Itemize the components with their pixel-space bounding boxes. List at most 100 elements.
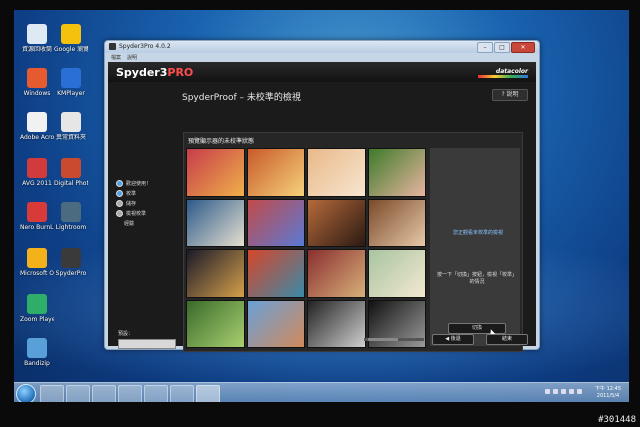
spyder-logo: Spyder3PRO bbox=[116, 66, 193, 79]
tray-icon[interactable] bbox=[545, 389, 550, 394]
tray-icon[interactable] bbox=[553, 389, 558, 394]
switch-button[interactable]: 切換 bbox=[448, 323, 506, 334]
start-button[interactable] bbox=[16, 384, 36, 402]
taskbar-chrome[interactable] bbox=[66, 385, 90, 402]
app-icon bbox=[61, 202, 81, 222]
app-icon bbox=[61, 24, 81, 44]
nav-item-save[interactable]: 儲存 bbox=[116, 198, 176, 208]
preview-panel: 預覽顯示器的未校準狀態 您正觀看未校準的檢視 按一下「切換」按鈕，檢視「校準」的… bbox=[183, 132, 523, 352]
app-icon bbox=[27, 68, 47, 88]
desktop-icon[interactable]: AVG 2011 bbox=[20, 158, 54, 187]
desktop-icon[interactable]: Adobe Acrobat bbox=[20, 112, 54, 141]
window-title: Spyder3Pro 4.0.2 bbox=[119, 43, 171, 50]
desktop-icon[interactable]: Digital Photo Pro bbox=[54, 158, 88, 187]
taskbar-ie[interactable] bbox=[40, 385, 64, 402]
nav-label: 歡迎使用！ bbox=[126, 180, 152, 187]
info-panel: 您正觀看未校準的檢視 按一下「切換」按鈕，檢視「校準」的情況 切換 bbox=[430, 148, 520, 346]
desktop-icon-label: 異常資料夾 bbox=[55, 134, 86, 141]
thumbnail-image bbox=[307, 249, 366, 298]
app-icon bbox=[61, 112, 81, 132]
nav-dot-icon bbox=[116, 179, 123, 187]
thumbnail-image bbox=[307, 148, 366, 197]
datacolor-logo: datacolor bbox=[495, 68, 528, 75]
nav-item-welcome[interactable]: 歡迎使用！ bbox=[116, 178, 176, 188]
desktop-icon[interactable]: Lightroom bbox=[54, 202, 88, 231]
grid-scrollbar[interactable] bbox=[364, 338, 424, 341]
desktop-icon[interactable]: Google 瀏覽器 bbox=[54, 24, 88, 53]
desktop-icon[interactable]: Windows bbox=[20, 68, 54, 97]
menu-file[interactable]: 檔案 bbox=[111, 54, 121, 61]
desktop-icon-label: Nero BurnLite 10 bbox=[20, 224, 54, 231]
desktop-icon-label: AVG 2011 bbox=[22, 180, 52, 187]
app-icon bbox=[27, 294, 47, 314]
minimize-button[interactable]: – bbox=[477, 42, 493, 53]
desktop-icon[interactable]: Bandizip bbox=[20, 338, 54, 367]
nav-dot-icon bbox=[116, 209, 123, 217]
tray-icon[interactable] bbox=[569, 389, 574, 394]
desktop-icon-label: SpyderPro bbox=[55, 270, 87, 277]
app-icon bbox=[61, 158, 81, 178]
screen: 資源回收筒Google 瀏覽器 Windows KMPlayer Adobe Acro… bbox=[14, 10, 629, 402]
thumbnail-image bbox=[186, 249, 245, 298]
app-icon bbox=[27, 248, 47, 268]
desktop-icon[interactable]: Nero BurnLite 10 bbox=[20, 202, 54, 231]
desktop-icon[interactable]: KMPlayer bbox=[54, 68, 88, 97]
uncalibrated-message: 您正觀看未校準的檢視 bbox=[452, 230, 503, 236]
clock-date: 2011/5/4 bbox=[596, 393, 620, 399]
finish-button[interactable]: 結束 bbox=[486, 334, 528, 345]
menu-bar: 檔案 說明 bbox=[107, 54, 137, 61]
app-icon bbox=[61, 68, 81, 88]
title-bar[interactable]: Spyder3Pro 4.0.2 – □ ✕ bbox=[105, 41, 539, 53]
taskbar-app[interactable] bbox=[144, 385, 168, 402]
desktop-icon[interactable]: Microsoft Office bbox=[20, 248, 54, 277]
desktop-icon-label: 資源回收筒 bbox=[21, 46, 52, 53]
nav-item-experience[interactable]: 經驗 bbox=[116, 218, 176, 228]
desktop-icon[interactable]: Zoom Player bbox=[20, 294, 54, 323]
app-icon bbox=[27, 202, 47, 222]
thumbnail-image bbox=[186, 299, 245, 348]
menu-help[interactable]: 說明 bbox=[127, 54, 137, 61]
thumbnail-image bbox=[367, 198, 426, 247]
tray-icon[interactable] bbox=[577, 389, 582, 394]
taskbar-spyder[interactable] bbox=[196, 385, 220, 402]
tray-icon[interactable] bbox=[561, 389, 566, 394]
maximize-button[interactable]: □ bbox=[494, 42, 510, 53]
thumbnail-image bbox=[246, 198, 305, 247]
clock-time: 下午 12:45 bbox=[595, 386, 621, 392]
thumbnail-image bbox=[186, 148, 245, 197]
nav-item-review[interactable]: 檢視校準 bbox=[116, 208, 176, 218]
thumbnail-image bbox=[367, 249, 426, 298]
desktop-icon-label: Bandizip bbox=[24, 360, 50, 367]
wizard-nav: 歡迎使用！ 校準 儲存 檢視校準 經驗 bbox=[116, 178, 176, 228]
thumbnail-image bbox=[246, 299, 305, 348]
taskbar-photoshop[interactable] bbox=[170, 385, 194, 402]
desktop-icon[interactable]: SpyderPro bbox=[54, 248, 88, 277]
taskbar-clock[interactable]: 下午 12:45 2011/5/4 bbox=[595, 386, 621, 400]
help-button[interactable]: ? 說明 bbox=[492, 89, 528, 101]
app-icon bbox=[61, 248, 81, 268]
taskbar-explorer[interactable] bbox=[92, 385, 116, 402]
desktop-icon[interactable]: 異常資料夾 bbox=[54, 112, 88, 141]
nav-item-calibrate[interactable]: 校準 bbox=[116, 188, 176, 198]
switch-hint: 按一下「切換」按鈕，檢視「校準」的情況 bbox=[436, 272, 517, 285]
desktop-icon[interactable]: 資源回收筒 bbox=[20, 24, 54, 53]
nav-label: 檢視校準 bbox=[126, 210, 147, 217]
thumbnail-image bbox=[246, 249, 305, 298]
spyder-window: Spyder3Pro 4.0.2 – □ ✕ 檔案 說明 Spyder3PRO … bbox=[104, 40, 540, 352]
app-header: Spyder3PRO datacolor bbox=[108, 62, 536, 82]
taskbar-media[interactable] bbox=[118, 385, 142, 402]
app-content: Spyder3PRO datacolor SpyderProof – 未校準的檢… bbox=[108, 62, 536, 352]
back-button[interactable]: ◀ 後退 bbox=[432, 334, 474, 345]
close-button[interactable]: ✕ bbox=[511, 42, 535, 53]
thumbnail-grid bbox=[186, 148, 426, 348]
desktop-icon-label: KMPlayer bbox=[57, 90, 85, 97]
nav-dot-icon bbox=[116, 199, 123, 207]
app-icon bbox=[109, 43, 116, 50]
panel-header: 預覽顯示器的未校準狀態 bbox=[188, 138, 255, 145]
thumbnail-image bbox=[246, 148, 305, 197]
preset-select[interactable] bbox=[118, 339, 176, 349]
desktop-icon-label: Microsoft Office bbox=[20, 270, 54, 277]
desktop-icon-label: Windows bbox=[23, 90, 51, 97]
nav-label: 儲存 bbox=[126, 200, 137, 207]
desktop-icon-label: Adobe Acrobat bbox=[20, 134, 54, 141]
